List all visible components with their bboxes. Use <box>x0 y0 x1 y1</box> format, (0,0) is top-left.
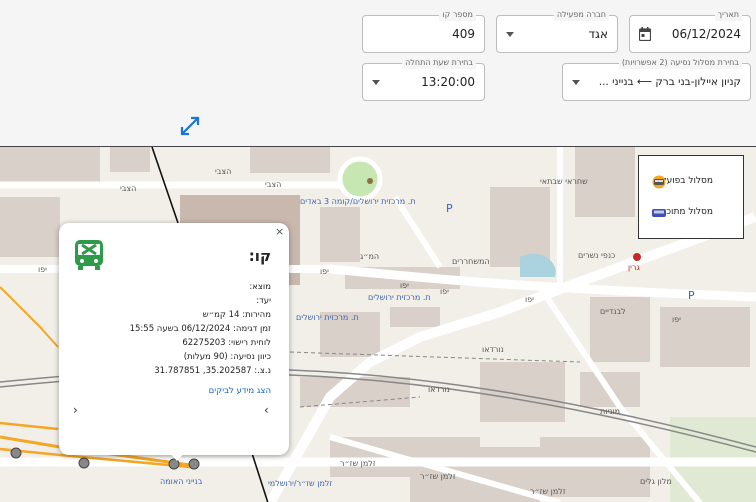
street-label: המשחררים <box>452 257 490 266</box>
place-label: מלון גלים <box>640 477 672 486</box>
street-label: שחראי שבתאי <box>540 177 588 186</box>
popup-direction: כיוון נסיעה: (90 מעלות) <box>183 352 271 362</box>
street-label: הצבי <box>265 180 282 189</box>
start-time-value: 13:20:00 <box>421 75 475 89</box>
street-label: יפו <box>672 315 681 324</box>
expand-icon[interactable] <box>180 116 200 136</box>
route-select[interactable]: בחירת מסלול נסיעה (2 אפשרויות) קניון איי… <box>562 57 751 101</box>
operator-select[interactable]: חברה מפעילה אגד <box>496 9 618 53</box>
street-label: הצבי <box>120 184 137 193</box>
place-label: לבנדיים <box>600 307 626 316</box>
legend-planned-label: מסלול מתוכנן <box>660 207 713 217</box>
street-label: נורדאו <box>482 345 504 354</box>
filter-bar: תאריך 06/12/2024 חברה מפעילה אגד מספר קו… <box>0 0 756 146</box>
line-number-value: 409 <box>452 27 475 41</box>
start-time-label: בחירת שעת התחלה <box>402 57 476 69</box>
popup-license-plate: לוחית רישוי: 62275203 <box>182 338 271 348</box>
street-label: יפו <box>38 265 47 274</box>
legend-item-planned: מסלול מתוכנן <box>645 203 739 223</box>
bus-planned-icon <box>652 209 666 217</box>
bus-stop-label[interactable]: ת. מרכזית ירושלים <box>296 313 359 322</box>
popup-sample-time: זמן דגימה: 06/12/2024 בשעה 15:55 <box>129 324 271 334</box>
bus-actual-icon <box>652 175 666 189</box>
street-label: יפו <box>525 295 534 304</box>
line-number-input[interactable]: מספר קו 409 <box>362 9 485 53</box>
street-label: יפו <box>320 267 329 276</box>
bus-stop-label[interactable]: בנייני האומה <box>160 477 202 486</box>
street-label: זלמן שז״ר <box>530 487 566 496</box>
popup-title: קו: <box>248 247 271 265</box>
popup-coords: נ.צ.: 35.202587, 31.787851 <box>154 366 271 376</box>
show-more-link[interactable]: הצג מידע לביקים <box>209 386 271 396</box>
popup-speed: מהירות: 14 קמ״ש <box>202 310 271 320</box>
chevron-down-icon <box>572 80 580 85</box>
legend-actual-label: מסלול בפועל <box>661 176 713 186</box>
legend-item-actual: מסלול בפועל <box>645 172 739 192</box>
bus-stop-label[interactable]: ת. מרכזית ירושלים <box>368 293 431 302</box>
map-view[interactable]: P P הצבי הצבי הצבי יפו יפו יפו יפו יפו י… <box>0 146 756 502</box>
svg-text:P: P <box>446 202 453 215</box>
route-value: קניון איילון-בני ברק ⟵ בנייני ... <box>598 76 741 88</box>
vehicle-popup: × קו: מוצא: יעד: מהירות: 14 קמ״ש זמן דגי… <box>59 223 289 455</box>
map-legend: מסלול בפועל מסלול מתוכנן <box>638 155 744 239</box>
place-label: מוניות <box>600 407 621 416</box>
chevron-down-icon <box>506 32 514 37</box>
date-field[interactable]: תאריך 06/12/2024 <box>629 9 751 53</box>
street-label: יפו <box>400 281 409 290</box>
calendar-icon[interactable] <box>639 27 651 41</box>
chevron-down-icon <box>372 80 380 85</box>
svg-text:P: P <box>688 289 695 302</box>
bus-stop-label[interactable]: ת. מרכזית ירושלים/קומה 3 באדים <box>300 197 416 206</box>
operator-label: חברה מפעילה <box>553 9 609 21</box>
place-label: גרין <box>628 263 640 272</box>
street-label: יפו <box>440 287 449 296</box>
street-label: נורדאו <box>428 385 450 394</box>
street-label: זלמן שז״ר <box>340 459 376 468</box>
popup-tail <box>168 451 186 461</box>
line-number-label: מספר קו <box>439 9 476 21</box>
popup-origin: מוצא: <box>249 282 271 292</box>
date-label: תאריך <box>714 9 742 21</box>
street-label: המ״ג <box>360 252 380 261</box>
next-button[interactable]: › <box>264 403 269 417</box>
bus-icon <box>75 240 103 270</box>
popup-destination: יעד: <box>256 296 271 306</box>
operator-value: אגד <box>588 27 608 41</box>
close-icon[interactable]: × <box>275 225 284 238</box>
street-label: זלמן שז״ר <box>420 472 456 481</box>
start-time-select[interactable]: בחירת שעת התחלה 13:20:00 <box>362 57 485 101</box>
date-value: 06/12/2024 <box>671 27 741 41</box>
street-label: כנפי נשרים <box>578 251 616 260</box>
bus-stop-label[interactable]: זלמן שז״ר/ירושלמי <box>268 479 332 488</box>
street-label: הצבי <box>215 167 232 176</box>
prev-button[interactable]: ‹ <box>73 403 78 417</box>
route-label: בחירת מסלול נסיעה (2 אפשרויות) <box>618 57 742 69</box>
